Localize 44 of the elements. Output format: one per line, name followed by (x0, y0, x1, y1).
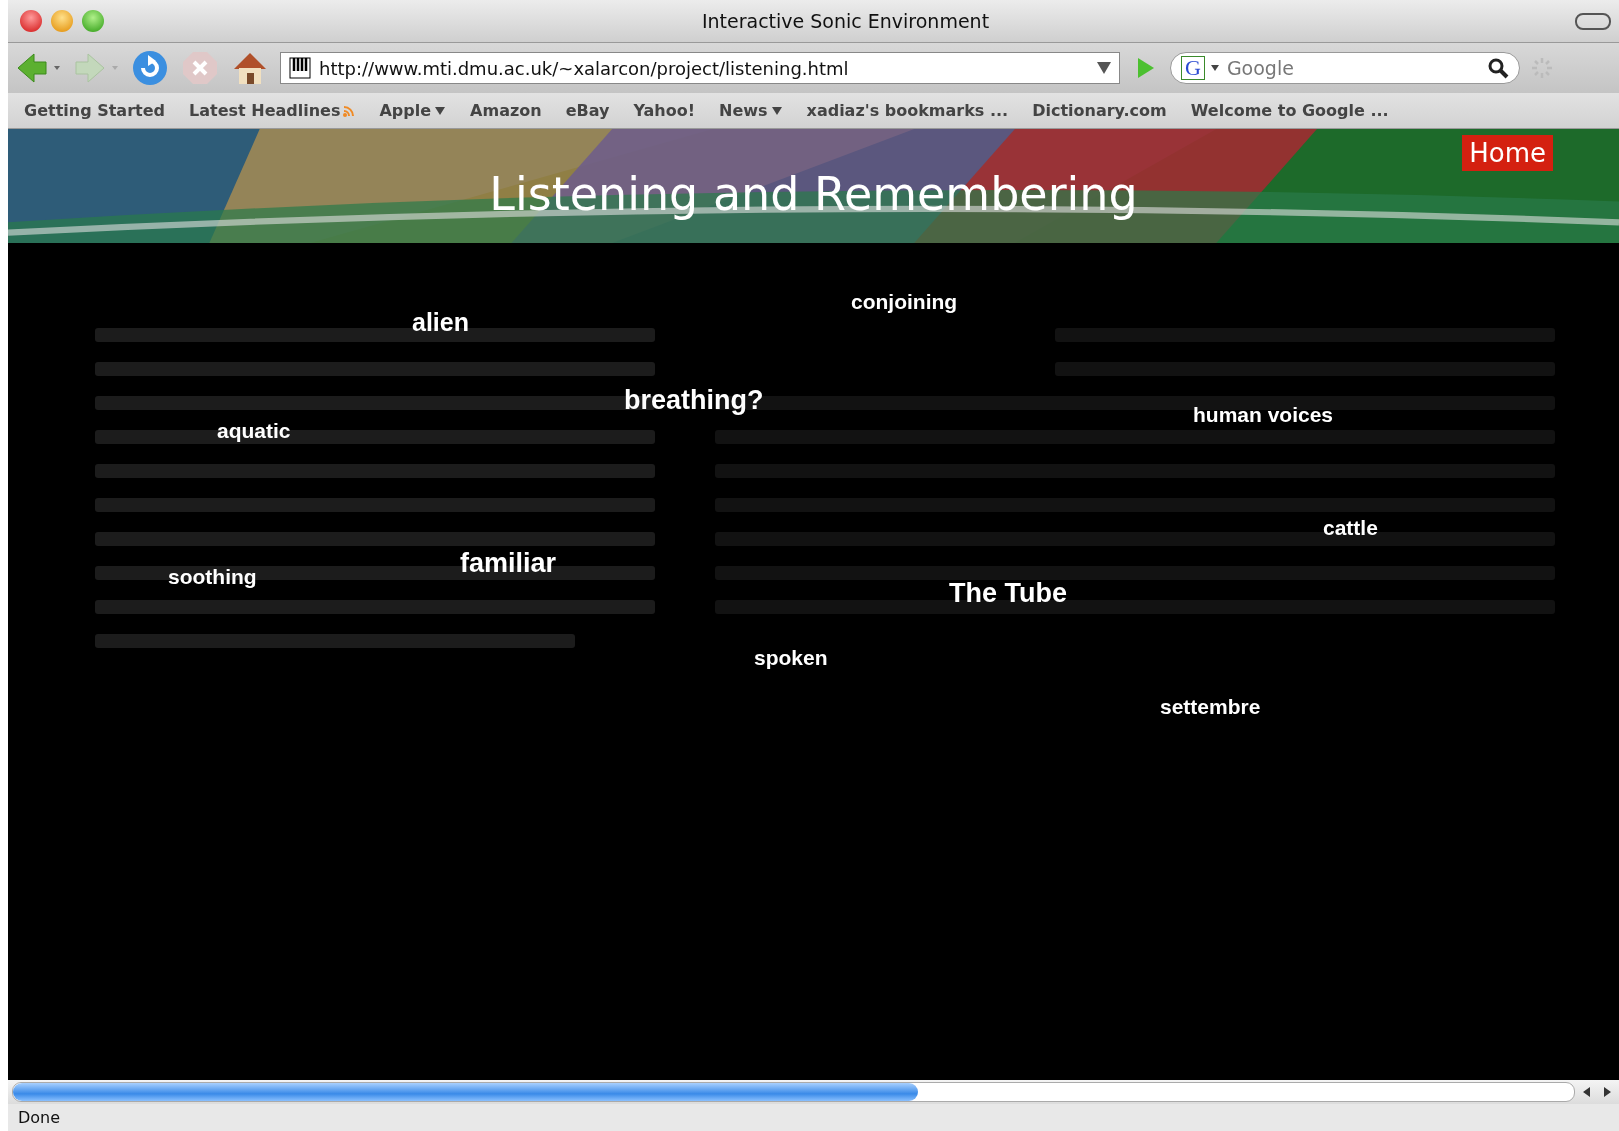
horizontal-scrollbar[interactable] (8, 1080, 1619, 1104)
bookmark-link[interactable]: Latest Headlines (189, 101, 356, 120)
spinner-icon (1530, 56, 1554, 80)
search-bar[interactable]: G Google (1170, 52, 1520, 84)
floating-word: soothing (168, 565, 257, 589)
reload-icon[interactable] (130, 49, 170, 87)
floating-word: human voices (1193, 403, 1334, 427)
floating-word: conjoining (851, 290, 958, 314)
search-engine-logo[interactable]: G (1181, 56, 1205, 80)
floating-word: spoken (754, 646, 828, 670)
home-link[interactable]: Home (1462, 135, 1553, 171)
floating-word: settembre (1160, 695, 1261, 719)
address-field[interactable]: http://www.mti.dmu.ac.uk/~xalarcon/project/listening.html (280, 52, 1120, 84)
floating-word: aquatic (217, 419, 291, 443)
piano-keys-icon (289, 57, 311, 79)
bookmark-link[interactable]: Apple (379, 101, 447, 120)
search-icon[interactable] (1487, 57, 1509, 79)
caret-icon (434, 104, 447, 117)
bookmark-link[interactable]: Welcome to Google ... (1190, 101, 1389, 120)
floating-word: alien (412, 308, 469, 337)
bookmark-link[interactable]: Dictionary.com (1032, 101, 1167, 120)
floating-word: The Tube (949, 578, 1067, 609)
search-field[interactable]: Google (1224, 56, 1481, 80)
window-title: Interactive Sonic Environment (700, 10, 991, 32)
caret-icon (770, 104, 783, 117)
status-text: Done (18, 1108, 61, 1127)
bookmark-link[interactable]: Yahoo! (633, 101, 695, 120)
dropdown-arrow-icon[interactable] (1097, 62, 1111, 74)
caret-icon[interactable] (1210, 65, 1219, 71)
bookmark-link[interactable]: eBay (565, 101, 610, 120)
close-button[interactable] (20, 10, 42, 32)
feed-icon (343, 104, 356, 117)
bookmark-link[interactable]: Getting Started (24, 101, 165, 120)
bookmark-link[interactable]: News (719, 101, 783, 120)
scrollbar-thumb[interactable] (13, 1083, 919, 1101)
zoom-button[interactable] (82, 10, 104, 32)
page-title: Listening and Remembering (489, 167, 1138, 221)
minimize-button[interactable] (51, 10, 73, 32)
toolbar-toggle-button[interactable] (1575, 12, 1611, 30)
floating-word: familiar (460, 548, 557, 579)
floating-word: breathing? (624, 385, 764, 416)
bookmark-link[interactable]: xadiaz's bookmarks ... (806, 101, 1009, 120)
bookmark-link[interactable]: Amazon (470, 101, 542, 120)
floating-word: cattle (1323, 516, 1378, 540)
